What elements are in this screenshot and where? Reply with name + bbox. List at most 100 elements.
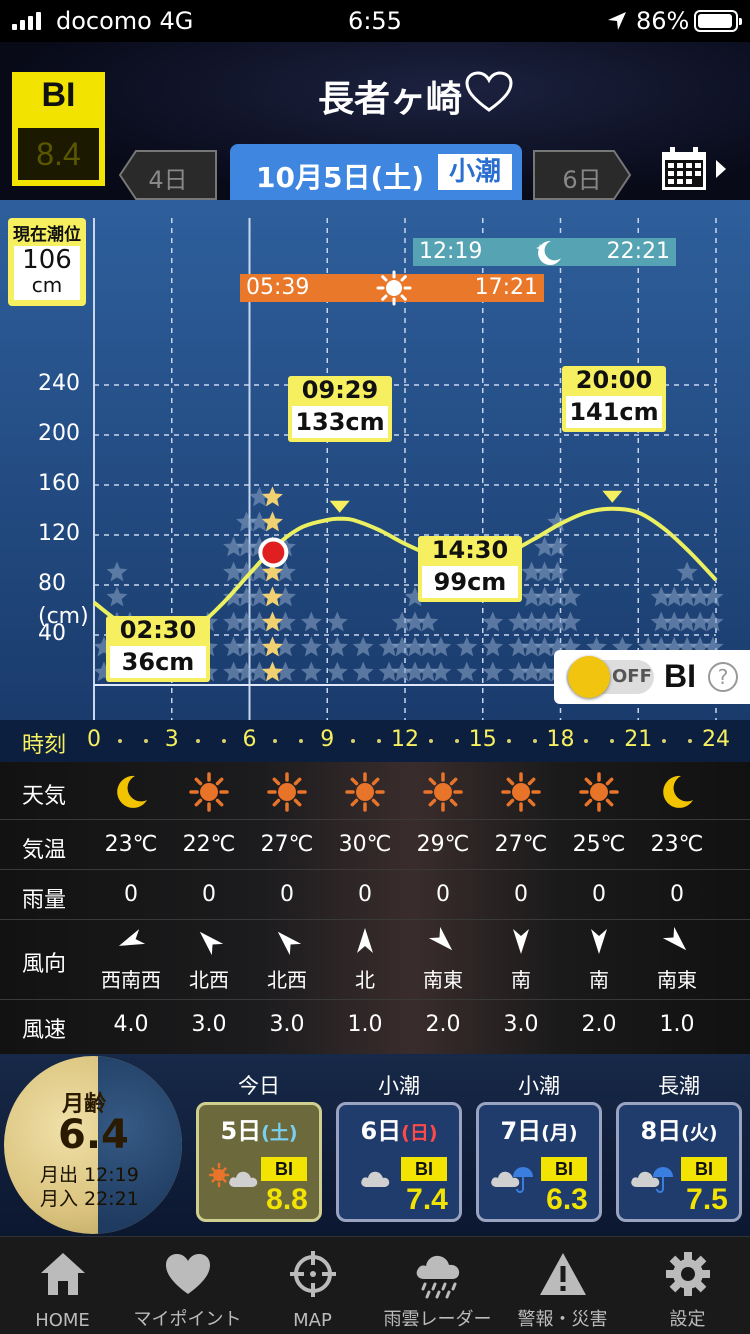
- wind-dir-cell: 南東: [657, 968, 697, 992]
- hour-dot: [195, 739, 200, 743]
- temp-row-label: 気温: [22, 838, 67, 863]
- forecast-day-card[interactable]: 7日(月) BI 6.3: [476, 1102, 602, 1222]
- hour-dot: [117, 739, 122, 743]
- tab-settings-label: 設定: [669, 1309, 706, 1330]
- location-arrow-icon: [608, 12, 626, 30]
- tab-prev-day[interactable]: 4日: [118, 150, 218, 200]
- forecast-date: 8日(火): [640, 1117, 718, 1145]
- moon-phase-icon: 月齢 6.4 月出 12:19 月入 22:21: [4, 1056, 182, 1234]
- high-tide-label: 09:29 133cm: [288, 376, 392, 442]
- wind-speed-cell: 3.0: [191, 1012, 227, 1037]
- wind-speed-row-label: 風速: [22, 1018, 67, 1043]
- forecast-bi-label: BI: [541, 1157, 587, 1181]
- tab-next-day[interactable]: 6日: [532, 150, 632, 200]
- tab-map-label: MAP: [293, 1310, 332, 1331]
- forecast-day-heading: 今日: [238, 1074, 280, 1098]
- sun-time-bar: 05:39 17:21: [240, 270, 544, 306]
- forecast-bi-value: 8.8: [266, 1183, 308, 1216]
- forecast-bi-label: BI: [401, 1157, 447, 1181]
- hour-tick: 9: [320, 727, 335, 752]
- status-bar: docomo 4G 6:55 86%: [0, 0, 750, 42]
- current-tide-label: 現在潮位: [13, 225, 81, 245]
- weather-table: 天気 気温 23℃ 22℃ 27℃ 30℃ 29℃ 27℃ 25℃ 23℃ 雨量 0 0 0 0 0 0…: [0, 762, 750, 1054]
- toggle-label: BI: [664, 658, 696, 694]
- bi-badge-value: 8.4: [18, 128, 99, 180]
- wind-dir-cell: 北: [355, 968, 375, 992]
- hour-tick: 12: [391, 727, 419, 752]
- forecast-bi-value: 7.5: [686, 1183, 728, 1216]
- temp-row: 気温 23℃ 22℃ 27℃ 30℃ 29℃ 27℃ 25℃ 23℃: [0, 820, 750, 870]
- tab-current-day[interactable]: 10月5日(土) 小潮: [230, 144, 522, 200]
- favorite-heart-icon[interactable]: [464, 70, 514, 114]
- rain-cloud-icon: [416, 1255, 460, 1299]
- forecast-bi-label: BI: [261, 1157, 307, 1181]
- hour-tick: 18: [546, 727, 575, 752]
- current-date: 10月5日(土): [256, 161, 425, 194]
- tab-warnings[interactable]: 警報・災害: [500, 1237, 625, 1334]
- tab-map[interactable]: MAP: [250, 1237, 375, 1334]
- tab-rain-radar[interactable]: 雨雲レーダー: [375, 1237, 500, 1334]
- gear-icon: [666, 1252, 710, 1296]
- bi-toggle[interactable]: OFF BI ?: [554, 650, 750, 704]
- wind-dir-row-label: 風向: [22, 952, 67, 977]
- forecast-bi-label: BI: [681, 1157, 727, 1181]
- rain-cell: 0: [670, 882, 684, 907]
- wind-speed-cell: 3.0: [503, 1012, 539, 1037]
- forecast-day-card[interactable]: 6日(日) BI 7.4: [336, 1102, 462, 1222]
- forecast-date: 6日(日): [360, 1117, 438, 1145]
- wind-dir-cell: 南: [589, 968, 609, 992]
- forecast-date: 7日(月): [500, 1117, 578, 1145]
- toggle-knob[interactable]: [568, 656, 610, 698]
- hour-dot: [428, 739, 433, 743]
- tab-next-label: 6日: [562, 166, 602, 194]
- wind-arrow-icon: [248, 926, 326, 962]
- calendar-arrow-icon[interactable]: [716, 160, 726, 178]
- forecast-day-card[interactable]: 5日(土) BI 8.8: [196, 1102, 322, 1222]
- tab-bar: HOME マイポイント MAP 雨雲レーダー 警報・災害 設定: [0, 1236, 750, 1334]
- hour-tick: 6: [242, 727, 257, 752]
- y-tick-label: 80: [38, 571, 66, 596]
- tab-home[interactable]: HOME: [0, 1237, 125, 1334]
- forecast-day-heading: 長潮: [658, 1074, 700, 1098]
- hour-tick: 21: [624, 727, 653, 752]
- sun-icon: [376, 270, 412, 306]
- hour-dot: [610, 739, 615, 743]
- hour-dot: [143, 739, 148, 743]
- sun-icon: [248, 772, 326, 818]
- wind-arrow-icon: [560, 926, 638, 962]
- y-tick-label: 200: [38, 421, 80, 446]
- sun-icon: [170, 772, 248, 818]
- forecast-panel: 月齢 6.4 月出 12:19 月入 22:21 今日 5日(土) BI 8.8 小潮…: [0, 1054, 750, 1236]
- rain-cell: 0: [436, 882, 450, 907]
- toggle-state: OFF: [612, 666, 652, 687]
- temp-cell: 27℃: [260, 832, 314, 857]
- cloud-umbrella-icon: [489, 1159, 539, 1193]
- wind-arrow-icon: [92, 926, 170, 962]
- moon-icon: [638, 772, 716, 818]
- rain-row-label: 雨量: [22, 888, 67, 913]
- forecast-day-card[interactable]: 8日(火) BI 7.5: [616, 1102, 742, 1222]
- header: BI 8.4 長者ヶ崎 4日 10月5日(土) 小潮 6日: [0, 42, 750, 200]
- tab-mypoint[interactable]: マイポイント: [125, 1237, 250, 1334]
- moon-icon: [536, 240, 561, 265]
- hour-tick: 15: [468, 727, 497, 752]
- wind-speed-cell: 2.0: [425, 1012, 461, 1037]
- tab-settings[interactable]: 設定: [625, 1237, 750, 1334]
- moon-age: 6.4: [58, 1112, 129, 1158]
- current-tide-unit: cm: [31, 273, 63, 297]
- hour-dot: [532, 739, 537, 743]
- rain-cell: 0: [280, 882, 294, 907]
- low-tide-label: 14:30 99cm: [418, 536, 522, 602]
- temp-cell: 23℃: [104, 832, 158, 857]
- wind-dir-cell: 北西: [189, 968, 229, 992]
- help-icon[interactable]: ?: [708, 662, 738, 692]
- crosshair-icon: [290, 1251, 336, 1297]
- calendar-icon[interactable]: [660, 146, 708, 192]
- tide-type-badge: 小潮: [438, 154, 512, 190]
- wind-arrow-icon: [404, 926, 482, 962]
- moonset: 月入 22:21: [40, 1188, 139, 1210]
- weather-row-label: 天気: [22, 784, 67, 809]
- rain-cell: 0: [514, 882, 528, 907]
- bi-badge[interactable]: BI 8.4: [12, 72, 105, 186]
- wind-dir-cell: 西南西: [101, 968, 161, 992]
